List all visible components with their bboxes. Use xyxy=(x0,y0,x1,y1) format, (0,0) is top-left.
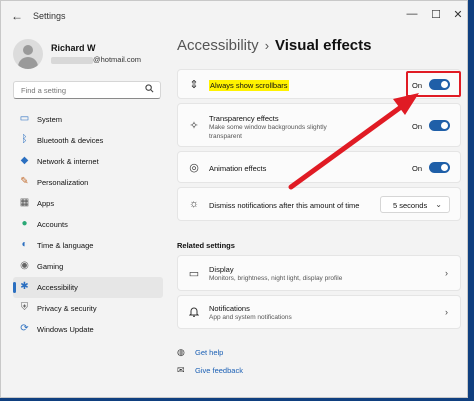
scrollbar-arrows-icon: ⇕ xyxy=(189,79,199,91)
sidebar-item-label: Gaming xyxy=(37,262,64,271)
related-subtitle: App and system notifications xyxy=(209,314,292,321)
sidebar-item-windows-update[interactable]: ⟳ Windows Update xyxy=(13,319,163,340)
bluetooth-icon: ᛒ xyxy=(21,134,28,145)
help-icon: ◍ xyxy=(177,347,185,357)
sidebar-item-gaming[interactable]: ◉ Gaming xyxy=(13,256,163,277)
annotation-highlight-box xyxy=(406,71,461,97)
maximize-button[interactable]: ☐ xyxy=(427,8,445,21)
sun-icon: ☼ xyxy=(188,198,200,210)
toggle-state-label: On xyxy=(411,122,422,131)
sidebar-item-privacy-security[interactable]: ⛨ Privacy & security xyxy=(13,298,163,319)
sidebar-item-label: Privacy & security xyxy=(37,304,97,313)
sidebar-item-apps[interactable]: ▦ Apps xyxy=(13,193,163,214)
close-button[interactable]: ✕ xyxy=(449,8,467,21)
redacted-email-prefix xyxy=(51,56,93,64)
sidebar-item-accounts[interactable]: ● Accounts xyxy=(13,214,163,235)
gamepad-icon: ◉ xyxy=(20,260,29,271)
toggle-state-label: On xyxy=(411,164,422,173)
title-bar: ← Settings — ☐ ✕ xyxy=(1,1,467,31)
wifi-icon: ◆ xyxy=(20,155,29,166)
related-settings-heading: Related settings xyxy=(177,241,235,250)
feedback-icon: ✉ xyxy=(177,365,185,375)
search-placeholder: Find a setting xyxy=(21,86,67,95)
refresh-icon: ⟳ xyxy=(20,323,29,334)
notification-duration-dropdown[interactable]: 5 seconds ⌄ xyxy=(380,196,450,213)
sidebar-item-network-internet[interactable]: ◆ Network & internet xyxy=(13,151,163,172)
user-email: @hotmail.com xyxy=(51,55,141,64)
breadcrumb-parent[interactable]: Accessibility xyxy=(177,37,259,54)
sidebar-item-label: Personalization xyxy=(37,178,89,187)
sidebar-item-label: System xyxy=(37,115,63,124)
toggle-knob xyxy=(441,122,448,129)
breadcrumb: Accessibility › Visual effects xyxy=(177,37,371,54)
back-arrow-icon[interactable]: ← xyxy=(11,9,23,23)
sidebar-item-label: Windows Update xyxy=(37,325,94,334)
sidebar-item-label: Network & internet xyxy=(37,157,99,166)
sidebar-item-label: Accounts xyxy=(37,220,68,229)
get-help-link[interactable]: ◍ Get help xyxy=(177,347,223,358)
app-title: Settings xyxy=(33,11,66,21)
sidebar-item-personalization[interactable]: ✎ Personalization xyxy=(13,172,163,193)
sidebar-item-label: Accessibility xyxy=(37,283,78,292)
avatar-body xyxy=(18,57,38,69)
chevron-right-icon: › xyxy=(445,307,448,317)
page-title: Visual effects xyxy=(275,37,372,54)
active-indicator xyxy=(13,282,16,293)
avatar-head xyxy=(23,45,33,55)
give-feedback-link[interactable]: ✉ Give feedback xyxy=(177,365,243,376)
transparency-toggle[interactable] xyxy=(429,120,450,131)
link-label: Give feedback xyxy=(195,366,243,375)
search-icon[interactable] xyxy=(145,84,154,95)
breadcrumb-separator: › xyxy=(264,38,270,53)
setting-title: Always show scrollbars xyxy=(209,80,289,91)
person-icon: ● xyxy=(21,218,28,229)
setting-animation-effects[interactable]: ◎ Animation effects On xyxy=(177,151,461,183)
email-domain: @hotmail.com xyxy=(93,55,142,64)
sidebar-item-label: Bluetooth & devices xyxy=(37,136,104,145)
monitor-icon: ▭ xyxy=(19,113,30,124)
avatar xyxy=(13,39,43,69)
sidebar-item-label: Apps xyxy=(37,199,55,208)
sidebar-nav: ▭ System ᛒ Bluetooth & devices ◆ Network & in… xyxy=(13,109,163,340)
sidebar-item-accessibility[interactable]: ✱ Accessibility xyxy=(13,277,163,298)
setting-title: Transparency effects xyxy=(209,114,279,123)
desktop-background xyxy=(468,0,474,401)
bell-icon xyxy=(188,306,200,320)
animation-icon: ◎ xyxy=(189,162,199,174)
search-input[interactable]: Find a setting xyxy=(13,81,161,99)
related-title: Display xyxy=(209,265,234,274)
minimize-button[interactable]: — xyxy=(403,8,421,20)
display-icon: ▭ xyxy=(188,268,200,280)
setting-subtitle: Make some window backgrounds slightly tr… xyxy=(209,124,327,140)
sidebar-item-time-language[interactable]: ◐ Time & language xyxy=(13,235,163,256)
chevron-down-icon: ⌄ xyxy=(435,200,442,209)
sparkle-icon: ✧ xyxy=(189,120,199,132)
sidebar-item-bluetooth-devices[interactable]: ᛒ Bluetooth & devices xyxy=(13,130,163,151)
apps-icon: ▦ xyxy=(19,197,30,208)
related-subtitle: Monitors, brightness, night light, displ… xyxy=(209,275,343,282)
setting-dismiss-notifications: ☼ Dismiss notifications after this amoun… xyxy=(177,187,461,221)
brush-icon: ✎ xyxy=(20,176,29,187)
user-name: Richard W xyxy=(51,43,96,53)
toggle-knob xyxy=(441,164,448,171)
setting-transparency-effects[interactable]: ✧ Transparency effects Make some window … xyxy=(177,103,461,147)
dropdown-value: 5 seconds xyxy=(393,201,428,210)
related-notifications[interactable]: Notifications App and system notificatio… xyxy=(177,295,461,329)
animation-toggle[interactable] xyxy=(429,162,450,173)
related-title: Notifications xyxy=(209,304,250,313)
accessibility-icon: ✱ xyxy=(20,281,29,292)
settings-window: ← Settings — ☐ ✕ Richard W @hotmail.com … xyxy=(0,0,468,398)
setting-title: Dismiss notifications after this amount … xyxy=(209,201,360,210)
sidebar-item-label: Time & language xyxy=(37,241,94,250)
shield-icon: ⛨ xyxy=(20,302,29,313)
related-display[interactable]: ▭ Display Monitors, brightness, night li… xyxy=(177,255,461,291)
chevron-right-icon: › xyxy=(445,268,448,278)
link-label: Get help xyxy=(195,348,224,357)
sidebar-item-system[interactable]: ▭ System xyxy=(13,109,163,130)
highlighted-text: Always show scrollbars xyxy=(209,80,289,91)
globe-clock-icon: ◐ xyxy=(21,239,28,250)
setting-title: Animation effects xyxy=(209,164,267,173)
